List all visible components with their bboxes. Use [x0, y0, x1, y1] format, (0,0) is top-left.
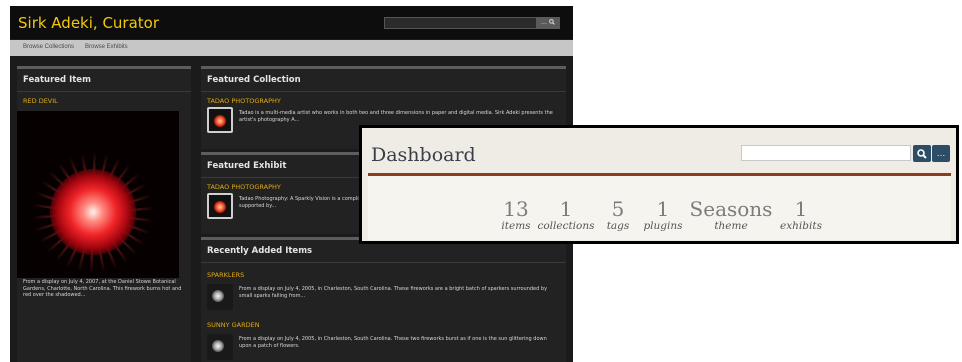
stat-value: 1: [656, 197, 670, 221]
recent-item-thumbnail[interactable]: [207, 334, 233, 360]
stat-tags[interactable]: 5 tags: [598, 198, 638, 233]
site-search-button[interactable]: ...: [536, 17, 560, 29]
recent-item-thumbnail[interactable]: [207, 284, 233, 310]
stat-collections[interactable]: 1 collections: [534, 198, 598, 233]
search-icon: [549, 19, 555, 25]
recent-item-description: From a display on July 4, 2005, in Charl…: [239, 286, 548, 299]
stat-value: 1: [559, 197, 573, 221]
featured-exhibit-description: Tadao Photography: A Sparkly Vision is a…: [239, 196, 367, 209]
stat-value: 13: [503, 197, 529, 221]
stat-label: collections: [537, 220, 595, 232]
featured-item-heading: Featured Item: [23, 75, 91, 85]
ellipsis-icon: ...: [541, 19, 547, 26]
recent-item-link[interactable]: SUNNY GARDEN: [207, 321, 260, 329]
stat-exhibits[interactable]: 1 exhibits: [772, 198, 830, 233]
stat-items[interactable]: 13 items: [494, 198, 538, 233]
dashboard-title: Dashboard: [371, 144, 476, 166]
divider: [201, 91, 566, 92]
stat-label: tags: [606, 220, 630, 232]
ellipsis-icon: …: [936, 148, 946, 158]
panel-bar: [201, 66, 566, 69]
featured-exhibit-heading: Featured Exhibit: [207, 161, 287, 171]
featured-item-image[interactable]: [17, 111, 179, 278]
search-icon: [917, 148, 927, 159]
divider: [201, 262, 566, 263]
stat-plugins[interactable]: 1 plugins: [639, 198, 687, 233]
stat-value: 5: [611, 197, 625, 221]
featured-exhibit-link[interactable]: TADAO PHOTOGRAPHY: [207, 183, 281, 191]
site-title[interactable]: Sirk Adeki, Curator: [18, 14, 159, 32]
nav-browse-collections[interactable]: Browse Collections: [23, 44, 74, 50]
site-header: Sirk Adeki, Curator ...: [10, 6, 573, 39]
stat-label: theme: [714, 220, 748, 232]
featured-collection-heading: Featured Collection: [207, 75, 301, 85]
featured-collection-description: Tadao is a multi-media artist who works …: [239, 110, 553, 123]
dashboard-more-button[interactable]: …: [932, 145, 950, 162]
featured-collection-link[interactable]: TADAO PHOTOGRAPHY: [207, 97, 281, 105]
recent-item-link[interactable]: SPARKLERS: [207, 271, 244, 279]
stat-theme[interactable]: Seasons theme: [684, 198, 778, 233]
recent-item-description: From a display on July 4, 2005, in Charl…: [239, 336, 547, 349]
dashboard-search-button[interactable]: [913, 145, 931, 162]
exhibit-thumbnail[interactable]: [207, 193, 233, 219]
panel-bar: [17, 66, 191, 69]
recent-items-panel: Recently Added Items SPARKLERS From a di…: [201, 237, 566, 362]
collection-thumbnail[interactable]: [207, 107, 233, 133]
recent-items-heading: Recently Added Items: [207, 246, 313, 256]
stat-value: 1: [794, 197, 808, 221]
stat-label: plugins: [643, 220, 683, 232]
firework-burst: [50, 169, 136, 255]
admin-dashboard-callout: Dashboard … 13 items 1 collections 5 tag…: [359, 125, 959, 244]
stat-label: exhibits: [780, 220, 822, 232]
divider: [17, 91, 191, 92]
site-search-input[interactable]: ...: [384, 17, 560, 29]
nav-browse-exhibits[interactable]: Browse Exhibits: [85, 44, 128, 50]
site-nav: Browse Collections Browse Exhibits: [10, 40, 573, 56]
dashboard-search-input[interactable]: [741, 145, 911, 161]
featured-item-description: From a display on July 4, 2007, at the D…: [23, 279, 182, 298]
stat-label: items: [501, 220, 531, 232]
stat-value: Seasons: [689, 197, 773, 221]
featured-item-link[interactable]: RED DEVIL: [23, 97, 58, 105]
